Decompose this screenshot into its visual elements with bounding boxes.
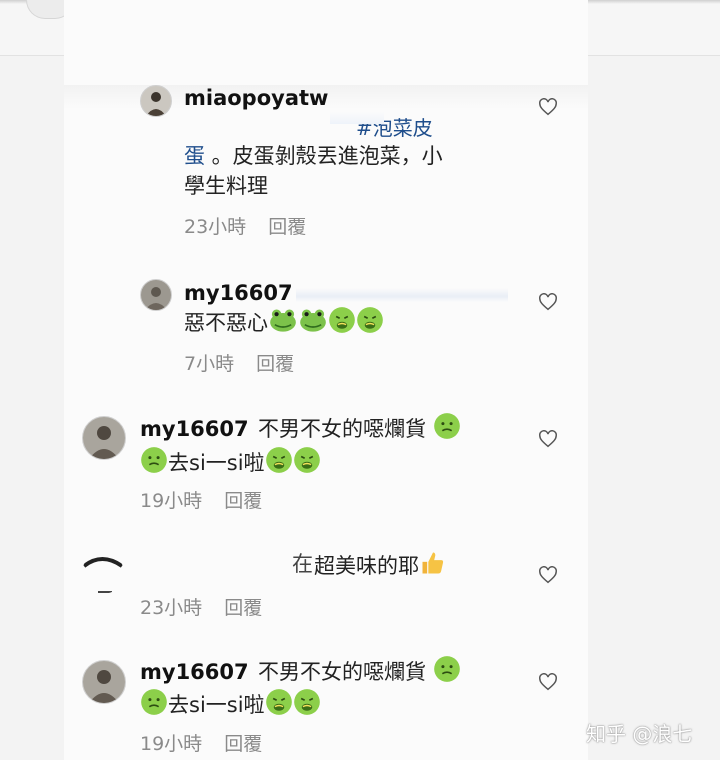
- thumbs-up-emoji: [419, 549, 447, 577]
- avatar[interactable]: [82, 416, 126, 460]
- comment-username[interactable]: miaopoyatw: [184, 86, 328, 110]
- comment-time: 23小時: [184, 216, 247, 238]
- user-photo-icon: [82, 557, 124, 593]
- user-photo-icon: [83, 417, 125, 459]
- avatar[interactable]: [82, 660, 126, 704]
- comment-text: 惡不惡心: [184, 306, 384, 338]
- comment-text-line: 去si一si啦: [140, 446, 321, 478]
- comments-panel: [64, 0, 588, 760]
- comment-meta: 23小時 回覆: [184, 212, 306, 239]
- avatar[interactable]: [140, 279, 172, 311]
- heart-outline-icon[interactable]: [538, 293, 558, 311]
- cropped-text: [330, 112, 384, 124]
- reply-button[interactable]: 回覆: [268, 212, 306, 239]
- nauseated-face-emoji: [293, 446, 321, 474]
- nauseated-face-emoji: [293, 688, 321, 716]
- comment-text: 蛋 。皮蛋剝殼丟進泡菜，小: [184, 141, 443, 171]
- comment-text-line2: 去si一si啦: [168, 451, 265, 475]
- heart-outline-icon[interactable]: [538, 98, 558, 116]
- comment-username[interactable]: my16607: [140, 417, 249, 441]
- hashtag-continuation[interactable]: 蛋: [184, 144, 205, 168]
- cropped-glyph: 在: [292, 552, 313, 576]
- comment-meta: 23小時 回覆: [140, 593, 262, 620]
- comment-text-body: 超美味的耶: [314, 554, 419, 578]
- frog-emoji: [268, 306, 298, 334]
- reply-button[interactable]: 回覆: [224, 729, 262, 756]
- reply-button[interactable]: 回覆: [256, 349, 294, 376]
- comment-text-line: 去si一si啦: [140, 688, 321, 720]
- comment-time: 23小時: [140, 597, 203, 619]
- green-face-emoji: [433, 412, 461, 440]
- comment-text-body: 不男不女的噁爛貨: [258, 660, 426, 684]
- comment-time: 19小時: [140, 733, 203, 755]
- green-face-emoji: [140, 446, 168, 474]
- comment-meta: 19小時 回覆: [140, 486, 262, 513]
- heart-outline-icon[interactable]: [538, 566, 558, 584]
- comment-text-body: 惡不惡心: [184, 311, 268, 335]
- avatar[interactable]: [82, 552, 124, 594]
- user-photo-icon: [141, 280, 171, 310]
- nauseated-face-emoji: [356, 306, 384, 334]
- user-photo-icon: [141, 86, 171, 116]
- comment-text: 在超美味的耶: [292, 549, 447, 581]
- green-face-emoji: [433, 655, 461, 683]
- frog-emoji: [298, 306, 328, 334]
- comment-time: 7小時: [184, 353, 235, 375]
- comment-text-line2: 去si一si啦: [168, 693, 265, 717]
- reply-button[interactable]: 回覆: [224, 593, 262, 620]
- comment-meta: 7小時 回覆: [184, 349, 294, 376]
- reply-button[interactable]: 回覆: [224, 486, 262, 513]
- redacted-mention: [296, 288, 508, 302]
- comment-username[interactable]: my16607: [140, 660, 249, 684]
- avatar[interactable]: [140, 85, 172, 117]
- nauseated-face-emoji: [265, 688, 293, 716]
- comment-text: 不男不女的噁爛貨: [258, 412, 461, 444]
- comment-text-line: 學生料理: [184, 174, 268, 198]
- comment-text-body: 不男不女的噁爛貨: [258, 417, 426, 441]
- comment-text-rest: 。皮蛋剝殼丟進泡菜，小: [205, 144, 443, 168]
- comment-text: 不男不女的噁爛貨: [258, 655, 461, 687]
- heart-outline-icon[interactable]: [538, 430, 558, 448]
- comment-time: 19小時: [140, 490, 203, 512]
- comment-username[interactable]: my16607: [184, 281, 293, 305]
- nauseated-face-emoji: [265, 446, 293, 474]
- green-face-emoji: [140, 688, 168, 716]
- watermark: 知乎 @浪七: [586, 722, 693, 746]
- user-photo-icon: [83, 661, 125, 703]
- nauseated-face-emoji: [328, 306, 356, 334]
- comment-meta: 19小時 回覆: [140, 729, 262, 756]
- heart-outline-icon[interactable]: [538, 673, 558, 691]
